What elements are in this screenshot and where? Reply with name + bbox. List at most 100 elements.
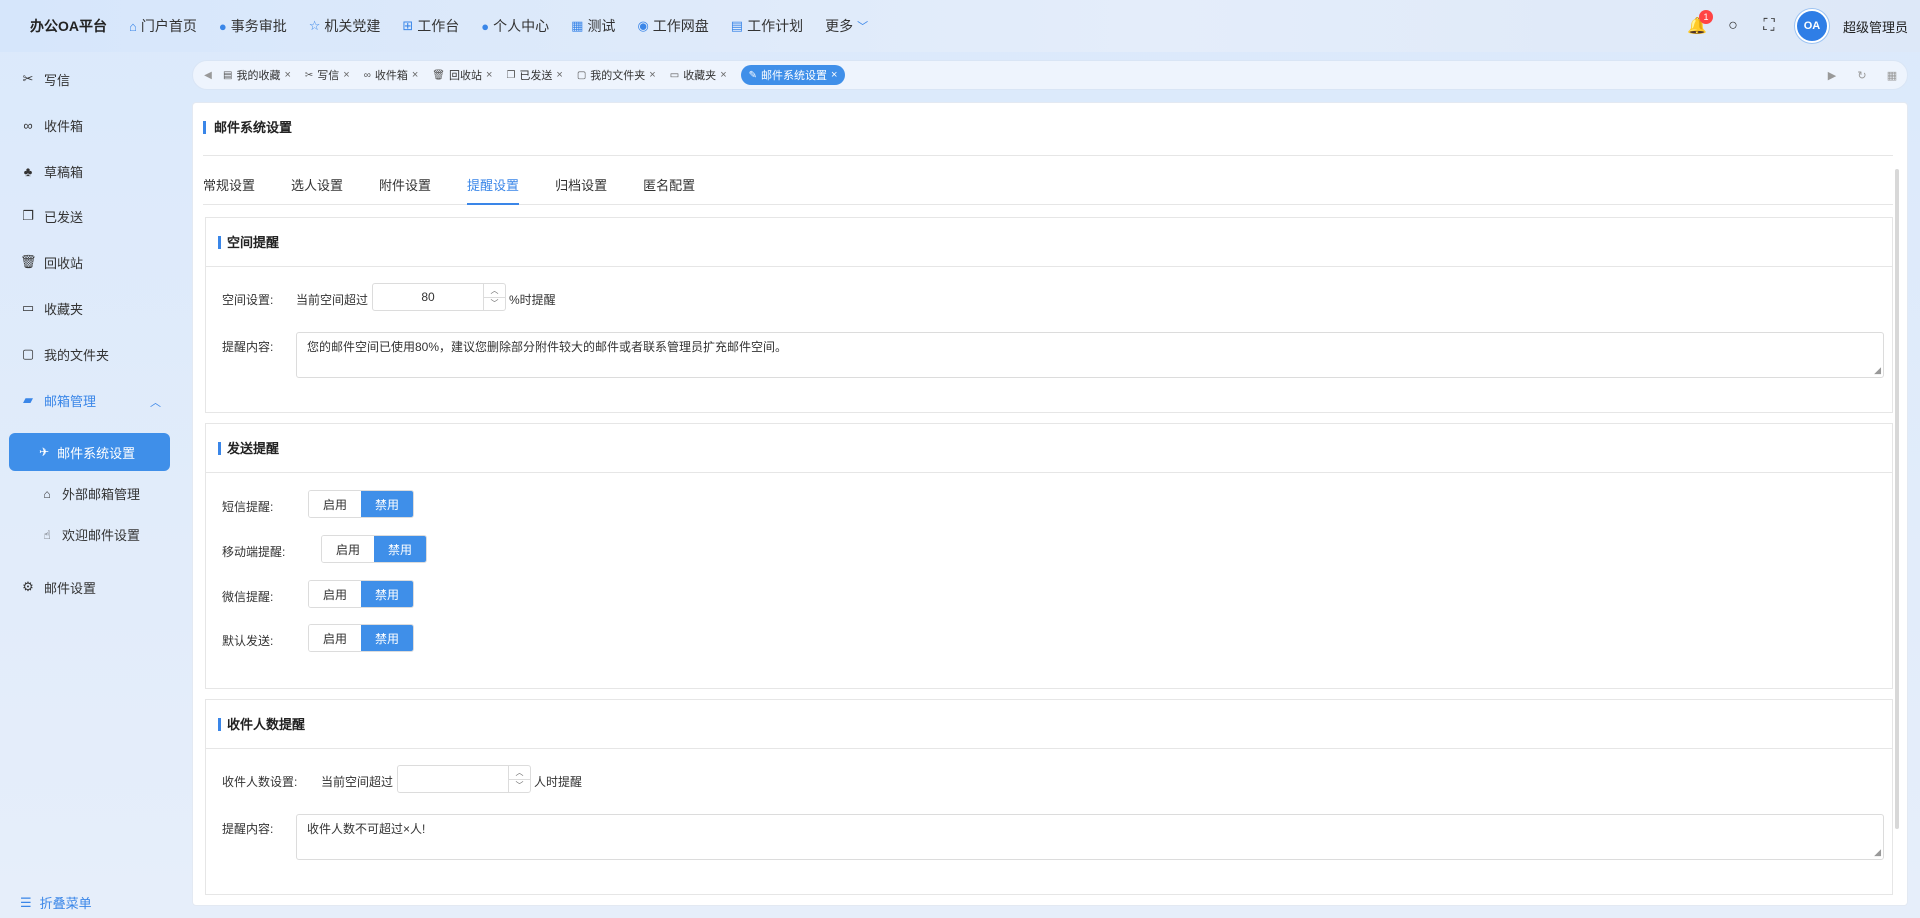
sidebar-item-sent[interactable]: ❐ 已发送 (20, 206, 83, 226)
drafts-icon: ♣ (23, 163, 33, 179)
tab-label: 收件箱 (374, 70, 408, 82)
sidebar-item-label: 收藏夹 (44, 301, 84, 317)
tab-scroll-right-icon[interactable]: ▶ (1817, 69, 1847, 82)
disable-option[interactable]: 禁用 (361, 625, 413, 651)
enable-option[interactable]: 启用 (322, 536, 374, 562)
recipient-prefix-text: 当前空间超过 (321, 775, 394, 789)
sidebar-item-welcome-mail[interactable]: ☝ 欢迎邮件设置 (40, 525, 140, 544)
sidebar-item-compose[interactable]: ✂ 写信 (20, 69, 70, 89)
sidebar-item-favorites[interactable]: ▭ 收藏夹 (20, 298, 83, 318)
close-icon[interactable]: × (486, 69, 492, 81)
nav-item-workbench[interactable]: ⊞ 工作台 (402, 16, 459, 36)
sidebar-item-mail-system-settings[interactable]: ✈ 邮件系统设置 (9, 433, 170, 471)
nav-label: 工作台 (417, 18, 460, 34)
sidebar-group-mailbox-admin[interactable]: ▰ 邮箱管理 (20, 390, 96, 410)
grid-icon: ▦ (571, 18, 584, 33)
tab-attachment-settings[interactable]: 附件设置 (379, 177, 431, 205)
tab-favorites[interactable]: ▭ 收藏夹 × (670, 67, 727, 83)
refresh-icon[interactable]: ↻ (1847, 69, 1877, 82)
nav-item-approval[interactable]: ● 事务审批 (219, 16, 287, 36)
nav-item-netdisk[interactable]: ◉ 工作网盘 (637, 16, 708, 36)
close-icon[interactable]: × (412, 69, 418, 81)
tab-inbox[interactable]: ∞ 收件箱 × (364, 67, 419, 83)
scrollbar[interactable] (1895, 169, 1899, 829)
space-content-label: 提醒内容: (222, 340, 274, 354)
close-icon[interactable]: × (649, 69, 655, 81)
username[interactable]: 超级管理员 (1843, 17, 1908, 36)
section-title: 空间提醒 (218, 236, 279, 249)
nav-item-portal[interactable]: ⌂ 门户首页 (129, 16, 197, 36)
apps-icon[interactable]: ▦ (1877, 69, 1907, 82)
resize-grip-icon[interactable]: ◢ (1874, 365, 1881, 376)
tab-archive-settings[interactable]: 归档设置 (555, 177, 607, 205)
tab-my-folders[interactable]: ▢ 我的文件夹 × (577, 67, 656, 83)
search-icon[interactable]: ○ (1719, 12, 1747, 40)
sidebar-item-drafts[interactable]: ♣ 草稿箱 (20, 161, 83, 181)
nav-item-plan[interactable]: ▤ 工作计划 (731, 16, 803, 36)
chevron-down-icon[interactable]: ﹀ (484, 298, 505, 311)
recipient-threshold-stepper[interactable]: ︿ ﹀ (397, 765, 531, 793)
nav-label: 个人中心 (493, 18, 550, 34)
recipient-setting-label: 收件人数设置: (222, 775, 298, 789)
tab-controls: ▶ ↻ ▦ (1817, 61, 1907, 89)
sidebar-item-external-mailbox[interactable]: ⌂ 外部邮箱管理 (40, 484, 140, 503)
calendar-icon: ▤ (730, 18, 744, 33)
space-content-textarea[interactable]: 您的邮件空间已使用80%，建议您删除部分附件较大的邮件或者联系管理员扩充邮件空间… (296, 332, 1884, 378)
tab-sent[interactable]: ❐ 已发送 × (506, 67, 562, 83)
tab-label: 写信 (317, 70, 340, 82)
stepper-buttons: ︿ ﹀ (483, 284, 505, 310)
recipient-threshold-value[interactable] (398, 766, 508, 792)
tab-my-favorites[interactable]: ▤ 我的收藏 × (223, 67, 291, 83)
disable-option[interactable]: 禁用 (374, 536, 426, 562)
wechat-reminder-label: 微信提醒: (222, 590, 274, 604)
divider (203, 155, 1893, 156)
chevron-down-icon[interactable]: ﹀ (509, 780, 530, 793)
tab-mail-system-settings[interactable]: ✎ 邮件系统设置 × (740, 65, 846, 85)
space-threshold-stepper[interactable]: 80 ︿ ﹀ (372, 283, 506, 311)
chevron-up-icon[interactable]: ︿ (150, 394, 161, 410)
nav-more[interactable]: 更多 ﹀ (825, 16, 868, 36)
enable-option[interactable]: 启用 (309, 491, 361, 517)
close-icon[interactable]: × (720, 69, 726, 81)
tab-label: 回收站 (449, 70, 482, 82)
tab-trash[interactable]: 🗑 回收站 × (432, 67, 492, 83)
enable-option[interactable]: 启用 (309, 625, 361, 651)
inbox-icon: ⌂ (43, 486, 51, 501)
trash-icon: 🗑 (432, 69, 445, 81)
tab-compose[interactable]: ✂ 写信 × (305, 67, 350, 83)
sidebar-item-label: 草稿箱 (44, 164, 84, 180)
page-title: 邮件系统设置 (203, 121, 292, 134)
close-icon[interactable]: × (556, 69, 562, 81)
tab-anonymous-config[interactable]: 匿名配置 (643, 177, 695, 205)
disable-option[interactable]: 禁用 (361, 491, 413, 517)
collapse-menu-button[interactable]: ☰ 折叠菜单 (20, 893, 92, 912)
disable-option[interactable]: 禁用 (361, 581, 413, 607)
space-threshold-value[interactable]: 80 (373, 284, 483, 310)
resize-grip-icon[interactable]: ◢ (1874, 847, 1881, 858)
enable-option[interactable]: 启用 (309, 581, 361, 607)
mailbox-icon: ▰ (23, 392, 33, 407)
sidebar-item-mail-settings[interactable]: ⚙ 邮件设置 (20, 577, 96, 597)
close-icon[interactable]: × (343, 69, 349, 81)
close-icon[interactable]: × (831, 69, 837, 81)
sidebar-item-inbox[interactable]: ∞ 收件箱 (20, 115, 83, 135)
nav-item-test[interactable]: ▦ 测试 (571, 16, 615, 36)
sidebar-item-label: 邮件设置 (44, 580, 97, 596)
chevron-up-icon[interactable]: ︿ (509, 766, 530, 780)
avatar[interactable]: OA (1794, 9, 1829, 43)
bell-icon[interactable]: 🔔 1 (1683, 10, 1713, 40)
recipient-content-textarea[interactable]: 收件人数不可超过×人! ◢ (296, 814, 1884, 860)
close-icon[interactable]: × (284, 69, 290, 81)
chevron-up-icon[interactable]: ︿ (484, 284, 505, 298)
sidebar-item-trash[interactable]: 🗑 回收站 (20, 252, 83, 272)
sidebar-item-label: 欢迎邮件设置 (62, 528, 141, 543)
tab-selector-settings[interactable]: 选人设置 (291, 177, 343, 205)
nav-item-party[interactable]: ☆ 机关党建 (309, 16, 381, 36)
nav-item-personal[interactable]: ● 个人中心 (481, 16, 549, 36)
tab-scroll-left-icon[interactable]: ◀ (193, 70, 223, 81)
fullscreen-icon[interactable]: ⛶ (1755, 12, 1783, 40)
tab-reminder-settings[interactable]: 提醒设置 (467, 177, 520, 205)
tab-general-settings[interactable]: 常规设置 (203, 177, 255, 205)
sidebar-item-my-folders[interactable]: ▢ 我的文件夹 (20, 344, 109, 364)
compose-icon: ✂ (22, 71, 34, 86)
